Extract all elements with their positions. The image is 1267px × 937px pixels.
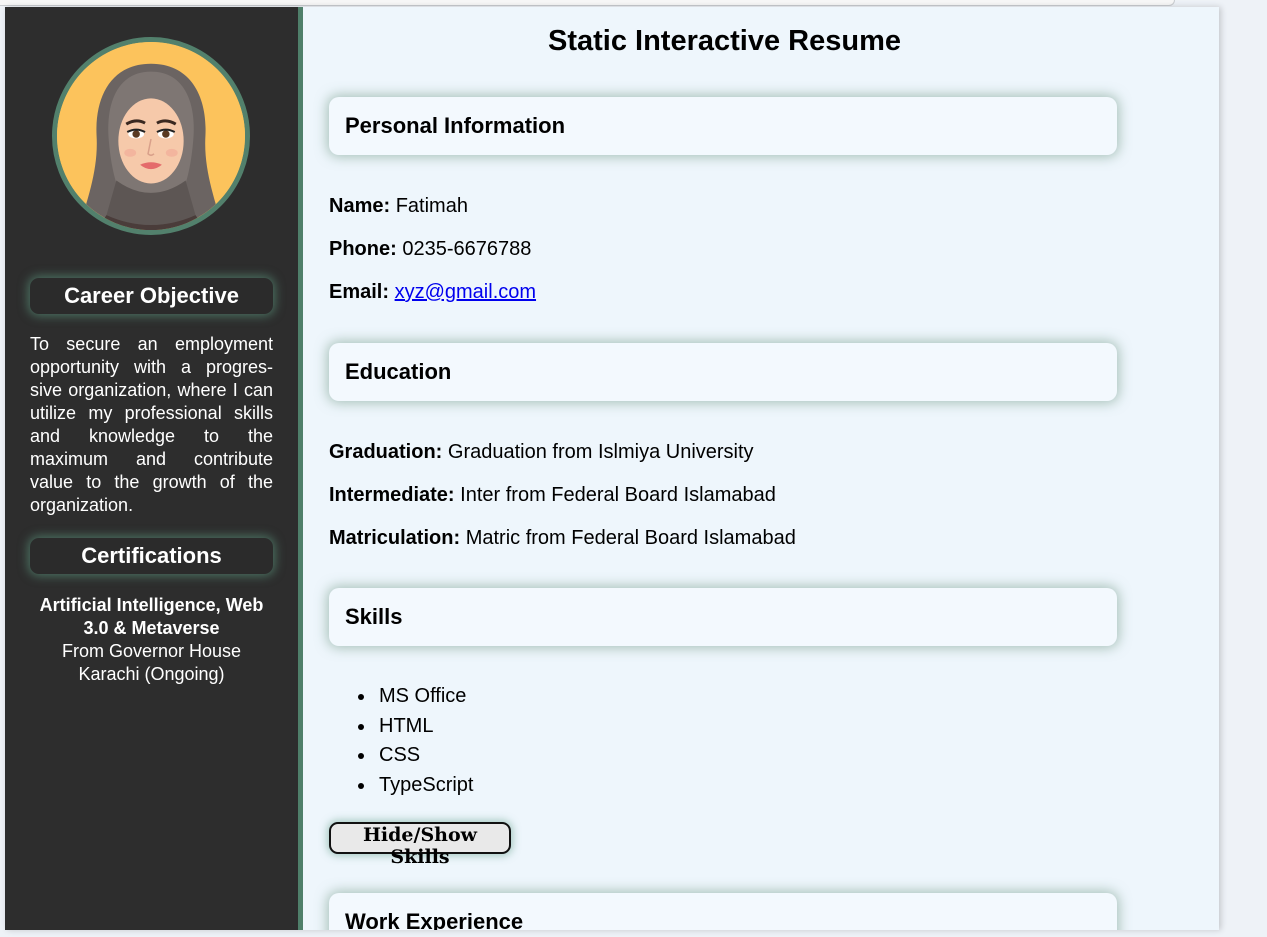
certifications-heading: Certifications xyxy=(30,538,273,574)
email-line: Email: xyz@gmail.com xyxy=(329,281,536,304)
email-label: Email: xyxy=(329,281,390,303)
career-objective-heading: Career Objective xyxy=(30,278,273,314)
window-top-edge xyxy=(0,0,1175,6)
page-title: Static Interactive Resume xyxy=(548,25,901,57)
phone-value: 0235-6676788 xyxy=(402,238,532,260)
certification-entry: Artificial Intelligence, Web 3.0 & Metav… xyxy=(30,594,273,686)
certification-detail: From Governor House Karachi (Ongoing) xyxy=(61,641,242,684)
skill-item: TypeScript xyxy=(358,771,473,801)
work-experience-header[interactable]: Work Experience xyxy=(329,893,1117,930)
matriculation-label: Matriculation: xyxy=(329,527,461,549)
main-content: Static Interactive Resume Personal Infor… xyxy=(308,7,1219,930)
matriculation-value: Matric from Federal Board Islamabad xyxy=(465,527,796,549)
resume-page: Career Objective To secure an employment… xyxy=(5,7,1219,930)
intermediate-label: Intermediate: xyxy=(329,484,455,506)
name-line: Name: Fatimah xyxy=(329,195,468,218)
skill-item: HTML xyxy=(358,712,473,742)
intermediate-value: Inter from Federal Board Islamabad xyxy=(460,484,776,506)
certification-title: Artificial Intelligence, Web 3.0 & Metav… xyxy=(39,595,264,638)
sidebar: Career Objective To secure an employment… xyxy=(5,7,303,930)
phone-line: Phone: 0235-6676788 xyxy=(329,238,531,261)
personal-info-header[interactable]: Personal Information xyxy=(329,97,1117,155)
intermediate-line: Intermediate: Inter from Federal Board I… xyxy=(329,484,776,507)
profile-avatar xyxy=(52,37,250,235)
toggle-skills-button[interactable]: Hide/Show Skills xyxy=(329,822,511,868)
phone-label: Phone: xyxy=(329,238,397,260)
name-label: Name: xyxy=(329,195,391,217)
education-header[interactable]: Education xyxy=(329,343,1117,401)
skill-item: MS Office xyxy=(358,682,473,712)
skills-list: MS Office HTML CSS TypeScript xyxy=(358,682,473,800)
skills-header[interactable]: Skills xyxy=(329,588,1117,646)
email-link[interactable]: xyz@gmail.com xyxy=(395,281,536,303)
matriculation-line: Matriculation: Matric from Federal Board… xyxy=(329,527,796,550)
graduation-value: Graduation from Islmiya University xyxy=(447,441,754,463)
graduation-label: Graduation: xyxy=(329,441,443,463)
career-objective-text: To secure an employment opportunity with… xyxy=(30,334,273,515)
profile-picture-icon xyxy=(57,42,245,230)
graduation-line: Graduation: Graduation from Islmiya Univ… xyxy=(329,441,754,464)
skill-item: CSS xyxy=(358,741,473,771)
name-value: Fatimah xyxy=(395,195,468,217)
